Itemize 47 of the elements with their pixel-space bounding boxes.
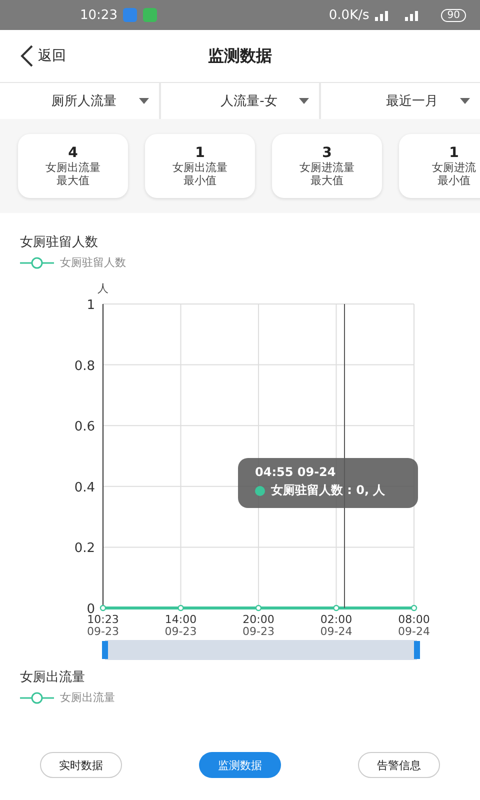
back-button[interactable]: 返回 — [0, 45, 66, 67]
filter-dropdown[interactable]: 最近一月 — [321, 83, 480, 119]
page-title: 监测数据 — [208, 46, 272, 66]
axis-label: 10:23 09-23 — [87, 613, 119, 638]
stat-value: 1 — [195, 145, 205, 161]
axis-label: 0.2 — [74, 541, 95, 556]
nav-button[interactable]: 监测数据 — [199, 752, 281, 778]
filter-dropdown[interactable]: 厕所人流量 — [0, 83, 159, 119]
stat-label: 最小值 — [184, 174, 216, 187]
status-time: 10:23 — [80, 8, 118, 22]
caret-icon — [460, 98, 470, 104]
battery-level: 90 — [441, 8, 466, 22]
stat-label: 女厕出流量 — [46, 161, 100, 174]
axis-label: 0.8 — [74, 358, 95, 374]
axis-label: 14:00 09-23 — [164, 613, 197, 638]
stat-label: 最大值 — [56, 174, 90, 187]
legend-label: 女厕出流量 — [60, 690, 115, 705]
stat-label: 最小值 — [438, 174, 470, 187]
axis-label: 0.4 — [74, 480, 95, 496]
nav-button[interactable]: 告警信息 — [358, 752, 440, 778]
chart-title: 女厕驻留人数 — [20, 234, 99, 251]
legend-label: 女厕驻留人数 — [60, 255, 126, 270]
stat-value: 3 — [322, 145, 332, 161]
stat-label: 女厕进流 — [432, 161, 476, 174]
stat-value: 1 — [449, 145, 459, 161]
tooltip-title: 04:55 09-24 — [255, 465, 337, 479]
axis-unit: 人 — [98, 282, 108, 295]
axis-label: 20:00 09-23 — [242, 613, 274, 638]
axis-label: 1 — [86, 298, 95, 313]
axis-label: 08:00 09-24 — [398, 613, 430, 638]
caret-icon — [138, 98, 149, 104]
tooltip-text: 女厕驻留人数 : 0, 人 — [271, 482, 386, 499]
legend-line-icon — [20, 692, 54, 704]
stat-label: 女厕出流量 — [172, 161, 228, 174]
chart-title: 女厕出流量 — [20, 669, 86, 686]
filter-dropdown[interactable]: 人流量-女 — [160, 83, 320, 119]
axis-label: 0.6 — [74, 420, 95, 435]
stat-label: 最大值 — [310, 174, 344, 187]
nav-button[interactable]: 实时数据 — [40, 752, 122, 778]
back-chevron-icon — [20, 45, 34, 67]
stat-value: 4 — [68, 145, 78, 161]
stat-label: 女厕进流量 — [300, 161, 354, 174]
data-zoom-slider[interactable] — [102, 640, 420, 660]
legend-line-icon — [20, 256, 54, 268]
axis-label: 02:00 09-24 — [320, 613, 352, 638]
caret-icon — [299, 98, 310, 104]
network-speed: 0.0K/s — [328, 8, 370, 22]
